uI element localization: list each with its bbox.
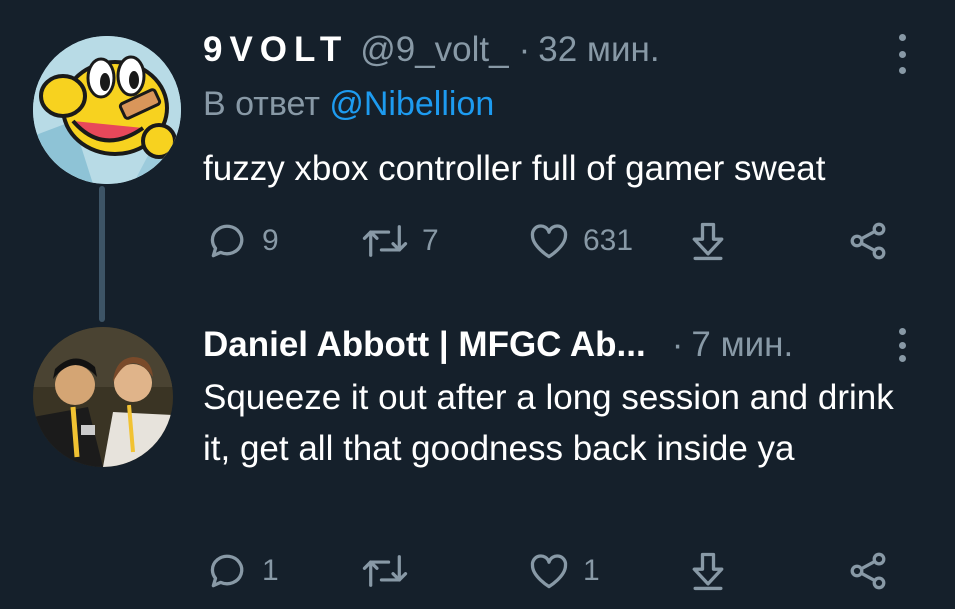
reply-icon: [210, 224, 244, 258]
like-button[interactable]: 1: [527, 546, 600, 596]
separator: ·: [518, 30, 531, 69]
tweet-text: fuzzy xbox controller full of gamer swea…: [203, 149, 826, 188]
separator: ·: [671, 325, 684, 364]
tweet-header: 9VOLT @9_volt_ · 32 мин.: [203, 30, 660, 70]
download-button[interactable]: [686, 546, 730, 596]
share-icon: [850, 222, 886, 260]
share-icon: [850, 552, 886, 590]
avatar[interactable]: [33, 36, 181, 184]
share-button[interactable]: [846, 216, 890, 266]
timestamp[interactable]: 7 мин.: [691, 325, 793, 365]
reply-mention-link[interactable]: @Nibellion: [329, 85, 494, 123]
retweet-count: 7: [422, 224, 439, 257]
author-handle[interactable]: @9_volt_: [360, 30, 508, 70]
action-bar: 1 1: [0, 546, 955, 596]
reply-button[interactable]: 1: [206, 546, 279, 596]
like-count: 631: [583, 224, 634, 257]
reply-prefix: В ответ: [203, 85, 320, 123]
tweet-header: Daniel Abbott | MFGC Ab... · 7 мин.: [203, 325, 793, 365]
reply-context: В ответ @Nibellion: [203, 85, 494, 124]
download-icon: [692, 222, 724, 261]
share-button[interactable]: [846, 546, 890, 596]
retweet-icon: [362, 225, 408, 257]
reply-count: 9: [262, 224, 279, 257]
reply-icon: [210, 554, 244, 588]
author-name[interactable]: 9VOLT: [203, 30, 348, 70]
retweet-button[interactable]: 7: [360, 216, 439, 266]
tweet[interactable]: 9VOLT @9_volt_ · 32 мин. В ответ @Nibell…: [0, 0, 955, 322]
like-count: 1: [583, 554, 600, 587]
download-button[interactable]: [686, 216, 730, 266]
more-icon[interactable]: [892, 34, 912, 74]
like-icon: [530, 224, 568, 259]
download-icon: [692, 552, 724, 591]
reply-button[interactable]: 9: [206, 216, 279, 266]
action-bar: 9 7 631: [0, 216, 955, 266]
avatar[interactable]: [33, 327, 173, 467]
author-name[interactable]: Daniel Abbott | MFGC Ab...: [203, 325, 646, 365]
like-icon: [530, 554, 568, 589]
timestamp[interactable]: 32 мин.: [538, 30, 659, 70]
like-button[interactable]: 631: [527, 216, 633, 266]
retweet-icon: [362, 555, 408, 587]
retweet-button[interactable]: [360, 546, 410, 596]
more-icon[interactable]: [892, 328, 912, 362]
tweet-text: Squeeze it out after a long session and …: [203, 378, 894, 468]
reply-count: 1: [262, 554, 279, 587]
